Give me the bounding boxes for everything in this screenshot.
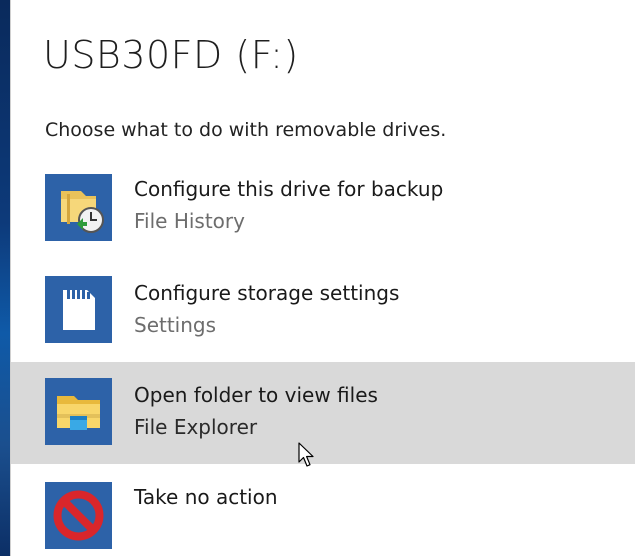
- option-open-folder[interactable]: Open folder to view files File Explorer: [11, 362, 635, 464]
- dialog-subtitle: Choose what to do with removable drives.: [45, 119, 447, 141]
- mouse-pointer-icon: [298, 442, 316, 472]
- dialog-title: USB30FD (F:): [43, 33, 299, 77]
- sd-card-icon: [45, 276, 112, 343]
- option-take-no-action[interactable]: Take no action: [11, 464, 635, 556]
- option-subtitle: File History: [134, 209, 245, 233]
- file-history-icon: [45, 174, 112, 241]
- option-title: Configure this drive for backup: [134, 177, 444, 201]
- option-subtitle: Settings: [134, 313, 217, 337]
- file-explorer-icon: [45, 378, 112, 445]
- option-title: Configure storage settings: [134, 281, 400, 305]
- desktop-background: [0, 0, 10, 556]
- option-subtitle: File Explorer: [134, 415, 258, 439]
- option-title: Take no action: [134, 485, 278, 509]
- autoplay-flyout: USB30FD (F:) Choose what to do with remo…: [10, 0, 635, 556]
- option-configure-backup[interactable]: Configure this drive for backup File His…: [11, 156, 635, 258]
- option-configure-storage[interactable]: Configure storage settings Settings: [11, 260, 635, 362]
- option-title: Open folder to view files: [134, 383, 378, 407]
- no-action-icon: [45, 482, 112, 549]
